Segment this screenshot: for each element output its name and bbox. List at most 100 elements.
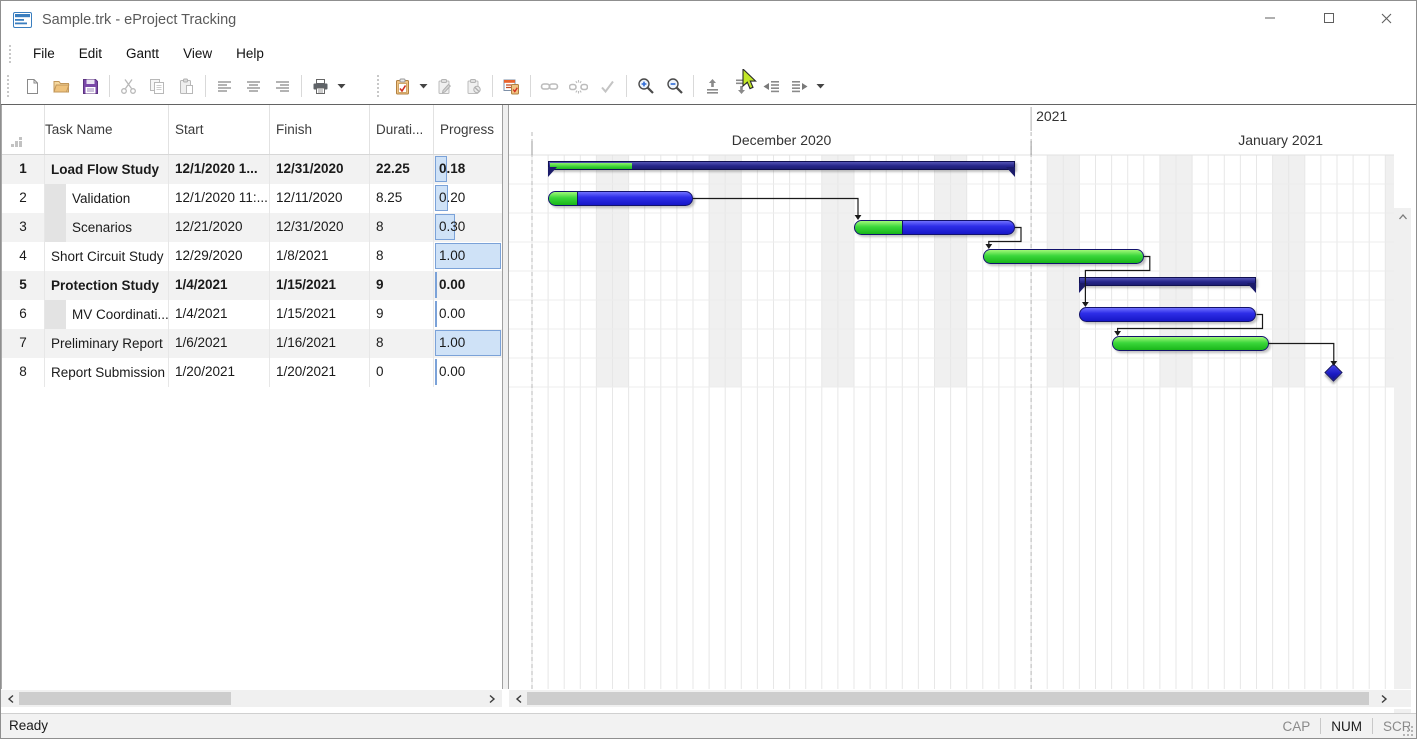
pane-splitter[interactable] [502, 105, 509, 689]
start-date-cell[interactable]: 12/21/2020 [169, 213, 270, 242]
scroll-up-button[interactable] [1394, 208, 1411, 225]
progress-cell[interactable]: 0.18 [434, 155, 502, 184]
finish-date-cell[interactable]: 12/11/2020 [270, 184, 370, 213]
task-bar[interactable] [1112, 336, 1269, 351]
progress-cell[interactable]: 0.00 [434, 358, 502, 387]
gantt-scroll-right-button[interactable] [1376, 690, 1392, 707]
add-task-caret[interactable] [417, 72, 430, 100]
table-scroll-left-button[interactable] [3, 690, 19, 707]
minimize-button[interactable] [1247, 1, 1292, 35]
duration-cell[interactable]: 9 [370, 271, 434, 300]
task-name-cell[interactable]: Load Flow Study [45, 155, 169, 184]
cut-button[interactable] [114, 72, 143, 100]
start-date-cell[interactable]: 1/4/2021 [169, 271, 270, 300]
align-right-button[interactable] [268, 72, 297, 100]
start-date-cell[interactable]: 1/4/2021 [169, 300, 270, 329]
finish-date-cell[interactable]: 1/15/2021 [270, 300, 370, 329]
align-center-button[interactable] [239, 72, 268, 100]
table-scroll-right-button[interactable] [484, 690, 500, 707]
menu-edit[interactable]: Edit [67, 42, 114, 65]
add-task-button[interactable] [388, 72, 417, 100]
menu-file[interactable]: File [21, 42, 67, 65]
column-header-progress[interactable]: Progress [434, 105, 502, 154]
delete-task-button[interactable] [459, 72, 488, 100]
progress-cell[interactable]: 1.00 [434, 242, 502, 271]
duration-cell[interactable]: 8 [370, 242, 434, 271]
finish-date-cell[interactable]: 1/15/2021 [270, 271, 370, 300]
zoom-out-button[interactable] [660, 72, 689, 100]
table-row[interactable]: 5Protection Study1/4/20211/15/202190.00 [2, 271, 502, 300]
column-header-finish[interactable]: Finish [270, 105, 370, 154]
column-header-task-name[interactable]: Task Name [45, 105, 169, 154]
maximize-button[interactable] [1306, 1, 1351, 35]
validate-button[interactable] [593, 72, 622, 100]
start-date-cell[interactable]: 12/1/2020 11:... [169, 184, 270, 213]
duration-cell[interactable]: 8 [370, 329, 434, 358]
finish-date-cell[interactable]: 1/8/2021 [270, 242, 370, 271]
table-row[interactable]: 7Preliminary Report1/6/20211/16/202181.0… [2, 329, 502, 358]
task-name-cell[interactable]: Validation [45, 184, 169, 213]
row-number-header[interactable] [2, 105, 45, 154]
close-button[interactable] [1364, 1, 1409, 35]
duration-cell[interactable]: 8 [370, 213, 434, 242]
task-name-cell[interactable]: Protection Study [45, 271, 169, 300]
save-button[interactable] [76, 72, 105, 100]
print-button[interactable] [306, 72, 335, 100]
table-row[interactable]: 8Report Submission1/20/20211/20/202100.0… [2, 358, 502, 387]
open-button[interactable] [47, 72, 76, 100]
collapse-all-button[interactable] [698, 72, 727, 100]
duration-cell[interactable]: 9 [370, 300, 434, 329]
task-name-cell[interactable]: MV Coordinati... [45, 300, 169, 329]
duration-cell[interactable]: 22.25 [370, 155, 434, 184]
gantt-scroll-left-button[interactable] [511, 690, 527, 707]
table-horizontal-scrollbar[interactable] [1, 690, 502, 707]
task-name-cell[interactable]: Scenarios [45, 213, 169, 242]
progress-cell[interactable]: 0.00 [434, 300, 502, 329]
align-left-button[interactable] [210, 72, 239, 100]
duration-cell[interactable]: 8.25 [370, 184, 434, 213]
gantt-scroll-thumb[interactable] [527, 692, 1369, 705]
gantt-vertical-scrollbar[interactable] [1394, 208, 1411, 739]
menu-gantt[interactable]: Gantt [114, 42, 171, 65]
link-tasks-button[interactable] [535, 72, 564, 100]
start-date-cell[interactable]: 12/29/2020 [169, 242, 270, 271]
gantt-horizontal-scrollbar[interactable] [509, 690, 1394, 707]
progress-cell[interactable]: 1.00 [434, 329, 502, 358]
new-button[interactable] [18, 72, 47, 100]
table-scroll-thumb[interactable] [19, 692, 231, 705]
duration-cell[interactable]: 0 [370, 358, 434, 387]
progress-cell[interactable]: 0.00 [434, 271, 502, 300]
unlink-tasks-button[interactable] [564, 72, 593, 100]
task-bar[interactable] [1079, 307, 1256, 322]
table-row[interactable]: 6MV Coordinati...1/4/20211/15/202190.00 [2, 300, 502, 329]
start-date-cell[interactable]: 1/20/2021 [169, 358, 270, 387]
menu-help[interactable]: Help [224, 42, 276, 65]
task-name-cell[interactable]: Short Circuit Study [45, 242, 169, 271]
table-row[interactable]: 2Validation12/1/2020 11:...12/11/20208.2… [2, 184, 502, 213]
finish-date-cell[interactable]: 12/31/2020 [270, 213, 370, 242]
table-row[interactable]: 1Load Flow Study12/1/2020 1...12/31/2020… [2, 155, 502, 184]
column-header-duration[interactable]: Durati... [370, 105, 434, 154]
indent-options-caret[interactable] [814, 72, 827, 100]
finish-date-cell[interactable]: 1/16/2021 [270, 329, 370, 358]
zoom-in-button[interactable] [631, 72, 660, 100]
summary-bar[interactable] [548, 161, 1015, 177]
task-bar[interactable] [983, 249, 1144, 264]
task-bar[interactable] [854, 220, 1015, 235]
finish-date-cell[interactable]: 12/31/2020 [270, 155, 370, 184]
table-row[interactable]: 4Short Circuit Study12/29/20201/8/202181… [2, 242, 502, 271]
start-date-cell[interactable]: 1/6/2021 [169, 329, 270, 358]
table-row[interactable]: 3Scenarios12/21/202012/31/202080.30 [2, 213, 502, 242]
task-name-cell[interactable]: Preliminary Report [45, 329, 169, 358]
task-name-cell[interactable]: Report Submission [45, 358, 169, 387]
column-header-start[interactable]: Start [169, 105, 270, 154]
paste-button[interactable] [172, 72, 201, 100]
progress-cell[interactable]: 0.30 [434, 213, 502, 242]
task-bar[interactable] [548, 191, 693, 206]
finish-date-cell[interactable]: 1/20/2021 [270, 358, 370, 387]
indent-task-button[interactable] [785, 72, 814, 100]
copy-button[interactable] [143, 72, 172, 100]
start-date-cell[interactable]: 12/1/2020 1... [169, 155, 270, 184]
summary-bar[interactable] [1079, 277, 1256, 293]
menu-view[interactable]: View [171, 42, 224, 65]
